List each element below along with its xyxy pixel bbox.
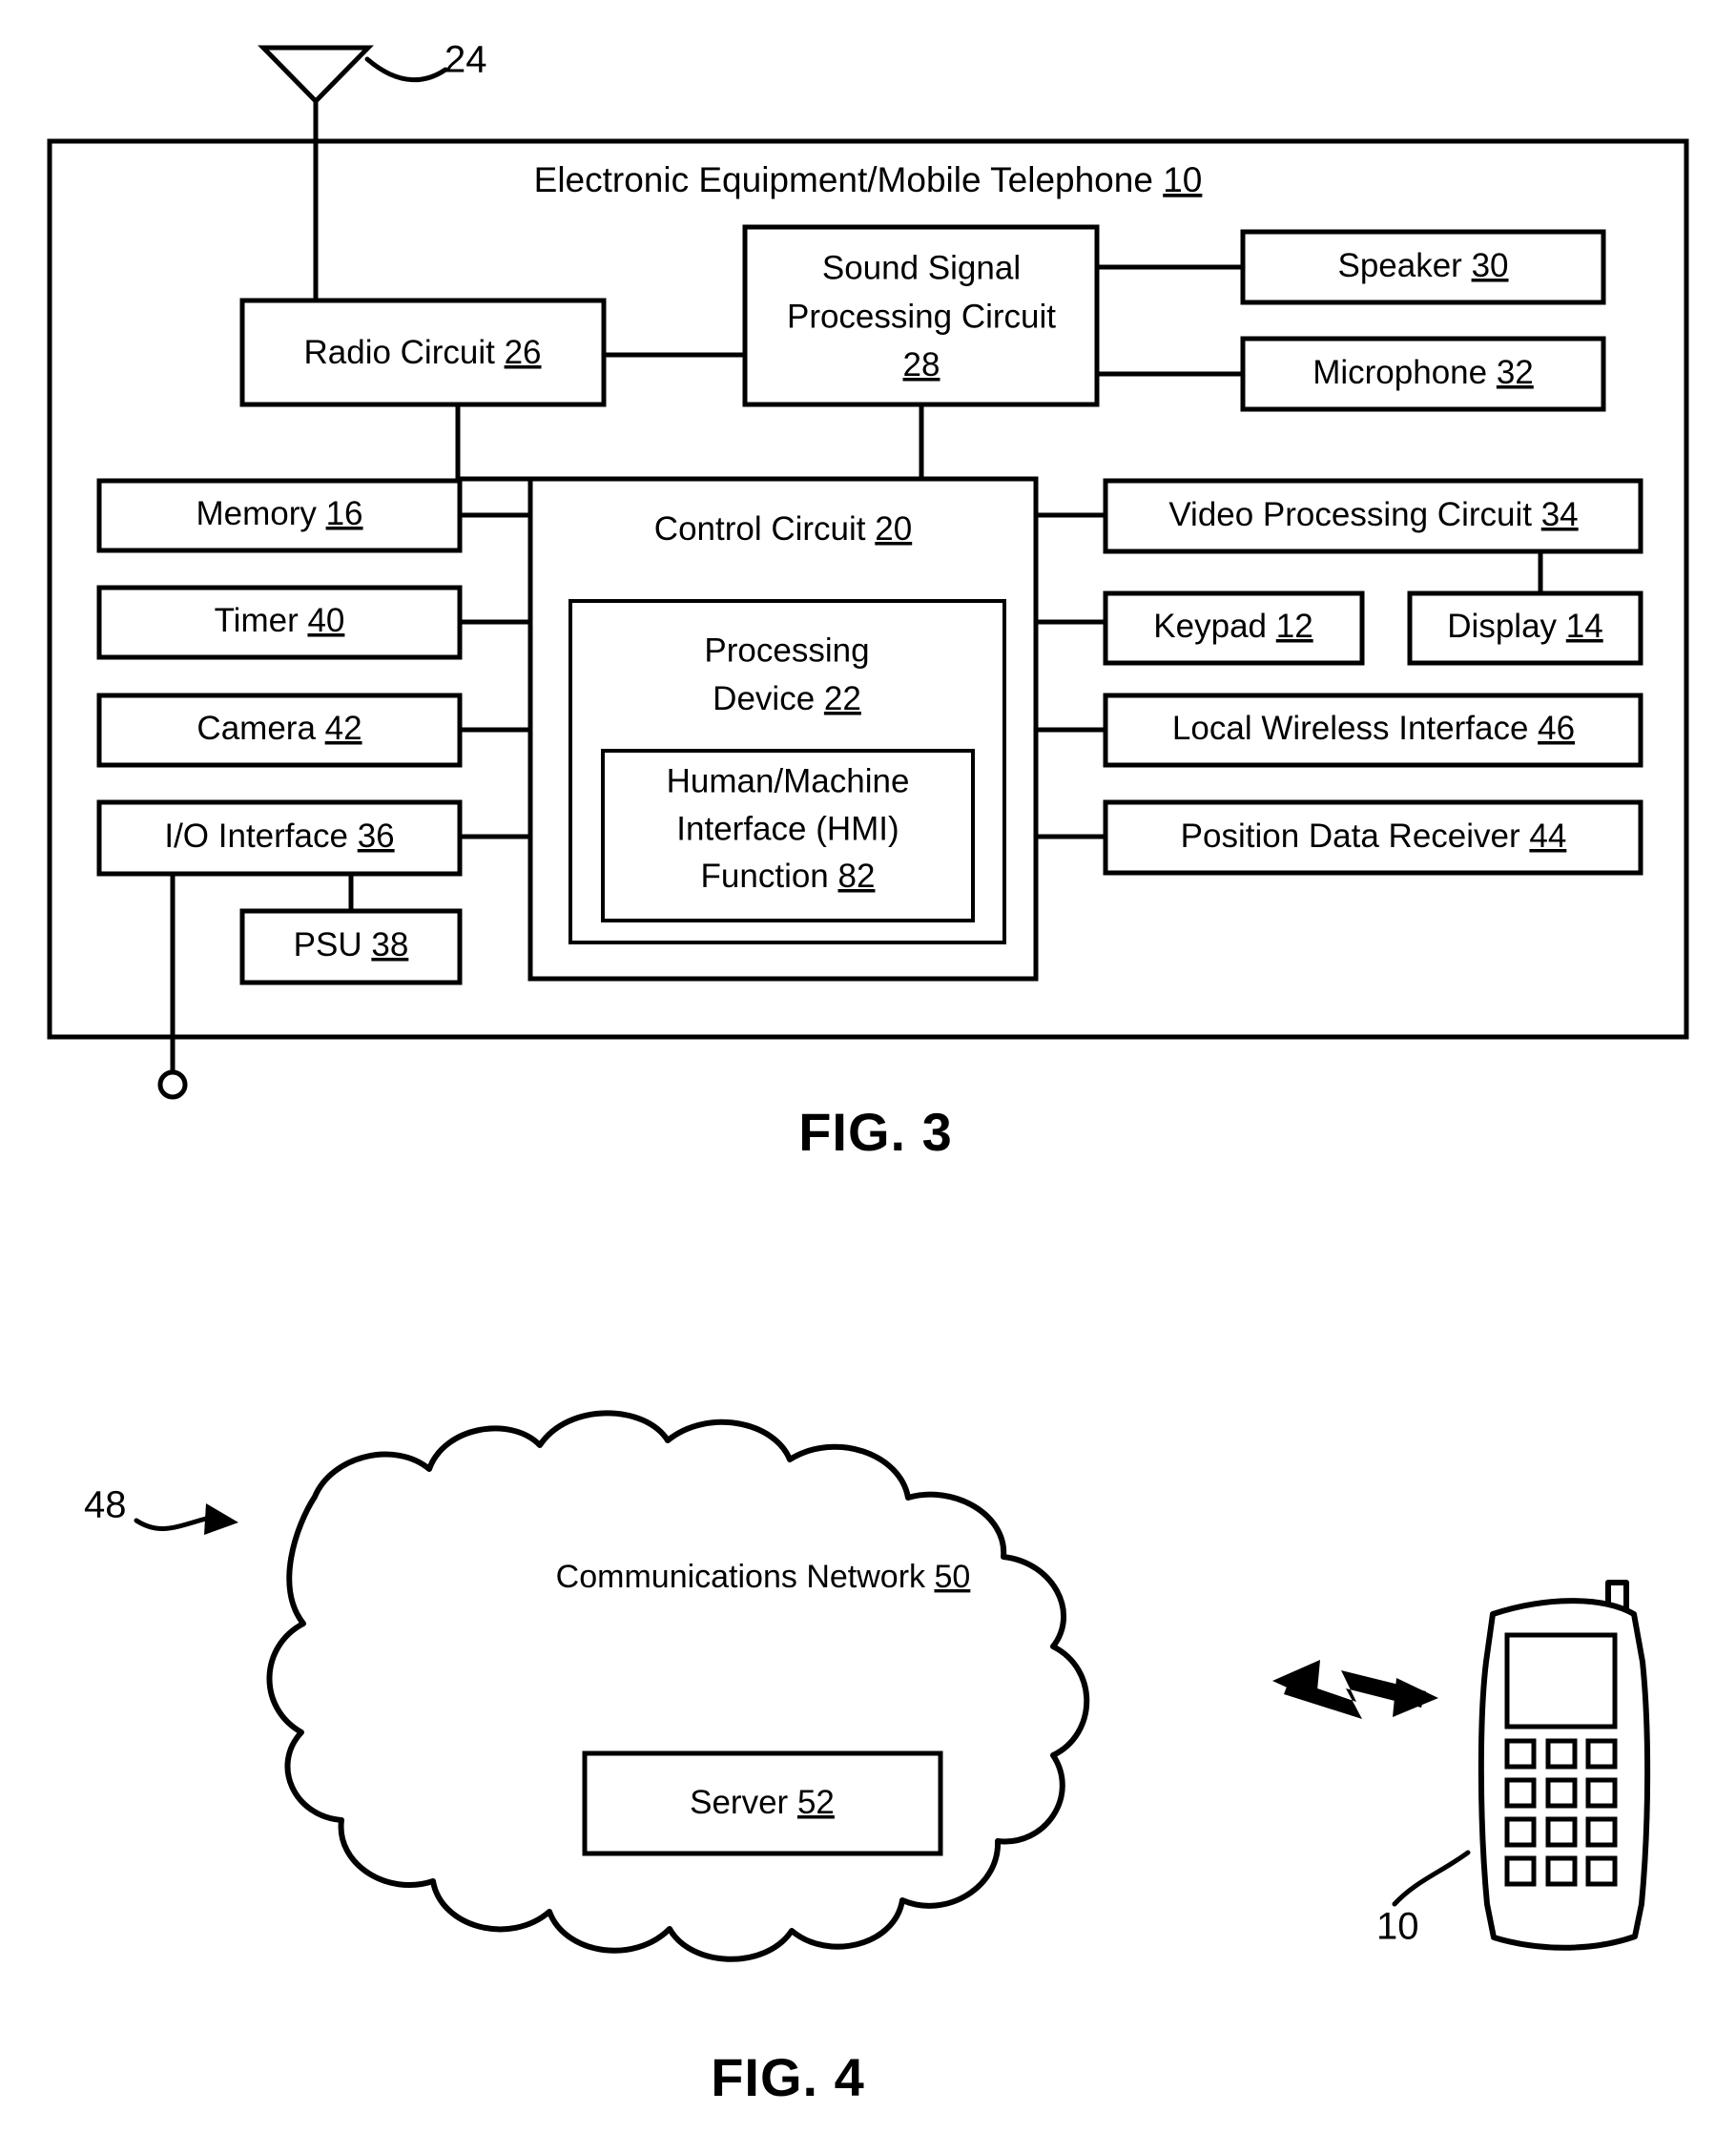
phone-key: [1585, 1816, 1618, 1848]
cloud-label: Communications Network 50: [556, 1559, 971, 1595]
block-local-wireless-label: Local Wireless Interface 46: [1172, 710, 1575, 747]
block-sound-signal-label-line2: Processing Circuit: [787, 298, 1056, 335]
phone-key: [1545, 1777, 1578, 1809]
figure-3-title-text: Electronic Equipment/Mobile Telephone: [534, 160, 1153, 199]
block-processing-device-label-line1: Processing: [704, 632, 869, 669]
phone-key: [1504, 1777, 1537, 1809]
block-hmi-label-line2: Interface (HMI): [676, 810, 899, 847]
block-timer-label: Timer 40: [215, 602, 345, 639]
block-server-label: Server 52: [690, 1784, 835, 1821]
block-radio-circuit-label: Radio Circuit 26: [303, 334, 541, 371]
block-hmi-label-line3: Function 82: [701, 858, 876, 895]
system-leader-arrow-line: [134, 1516, 209, 1532]
block-display-label: Display 14: [1447, 608, 1602, 645]
block-hmi-label-line1: Human/Machine: [667, 762, 910, 799]
block-io-interface-label: I/O Interface 36: [164, 818, 394, 855]
block-psu-label: PSU 38: [294, 926, 409, 963]
block-keypad-label: Keypad 12: [1153, 608, 1312, 645]
block-sound-signal-ref: 28: [903, 346, 940, 383]
phone-key: [1585, 1777, 1618, 1809]
wireless-link-arrow-icon: [1272, 1660, 1438, 1719]
figure-3: 24 Electronic Equipment/Mobile Telephone…: [47, 39, 1689, 1162]
phone-key: [1585, 1738, 1618, 1770]
figure-3-title-ref: 10: [1163, 160, 1202, 199]
figure-3-title: Electronic Equipment/Mobile Telephone 10: [534, 160, 1203, 199]
reference-numeral-10: 10: [1376, 1906, 1419, 1948]
phone-key: [1504, 1855, 1537, 1887]
block-processing-device-label-line2: Device 22: [713, 680, 861, 717]
block-control-circuit-label: Control Circuit 20: [654, 510, 912, 548]
phone-key: [1504, 1738, 1537, 1770]
system-leader-arrowhead: [204, 1503, 238, 1535]
figure-4: 48 Communications Network 50 Server 52 1…: [84, 1410, 1651, 2107]
phone-key: [1545, 1855, 1578, 1887]
figure-3-caption: FIG. 3: [798, 1102, 953, 1162]
reference-numeral-24: 24: [444, 39, 487, 81]
phone-screen: [1504, 1632, 1618, 1729]
external-terminal-node: [157, 1069, 188, 1100]
phone-key: [1545, 1738, 1578, 1770]
patent-drawing-sheet: 24 Electronic Equipment/Mobile Telephone…: [0, 0, 1736, 2133]
block-speaker-label: Speaker 30: [1337, 247, 1508, 284]
figure-4-caption: FIG. 4: [711, 2047, 865, 2107]
antenna-leader-line: [364, 56, 448, 83]
phone-key: [1585, 1855, 1618, 1887]
phone-key: [1504, 1816, 1537, 1848]
block-microphone-label: Microphone 32: [1312, 354, 1534, 391]
reference-numeral-48: 48: [84, 1484, 127, 1526]
block-camera-label: Camera 42: [196, 710, 362, 747]
phone-leader-line: [1392, 1850, 1471, 1907]
antenna-symbol: [258, 45, 374, 302]
phone-key: [1545, 1816, 1578, 1848]
block-sound-signal-label-line1: Sound Signal: [822, 249, 1021, 286]
block-video-processing-label: Video Processing Circuit 34: [1168, 496, 1578, 533]
mobile-phone-illustration: [1478, 1580, 1651, 1951]
communications-network-cloud: [266, 1410, 1090, 1962]
block-position-data-receiver-label: Position Data Receiver 44: [1181, 818, 1567, 855]
block-memory-label: Memory 16: [196, 495, 362, 532]
